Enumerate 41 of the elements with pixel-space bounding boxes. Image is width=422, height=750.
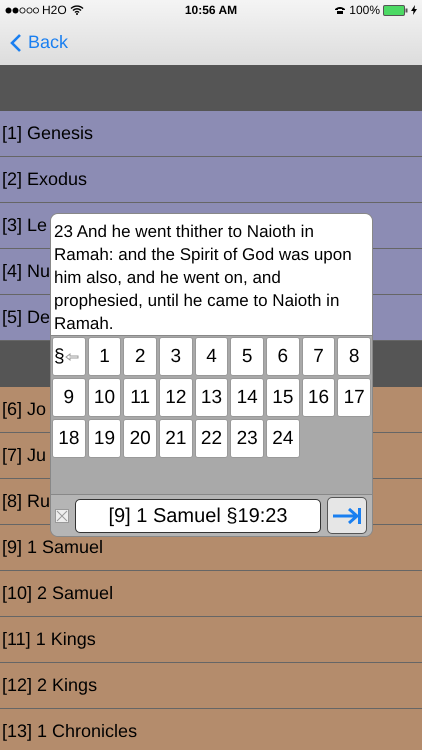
number-key[interactable]: 7 bbox=[302, 337, 336, 376]
phone-icon bbox=[334, 6, 346, 14]
charging-icon bbox=[411, 5, 417, 15]
number-key[interactable]: 19 bbox=[88, 419, 122, 458]
number-key[interactable]: 11 bbox=[123, 378, 157, 418]
number-key[interactable]: 3 bbox=[159, 337, 193, 376]
number-key[interactable]: 2 bbox=[123, 337, 157, 376]
number-key[interactable]: 18 bbox=[52, 419, 86, 458]
arrow-to-bar-icon bbox=[332, 506, 362, 525]
number-key[interactable]: 10 bbox=[88, 378, 122, 418]
number-key[interactable]: 20 bbox=[123, 419, 157, 458]
arrow-left-icon bbox=[64, 352, 79, 361]
reference-field[interactable]: [9] 1 Samuel §19:23 bbox=[75, 498, 321, 533]
number-key[interactable]: 23 bbox=[230, 419, 264, 458]
number-key[interactable]: 16 bbox=[302, 378, 336, 418]
number-key[interactable]: 4 bbox=[194, 337, 228, 376]
clock-time: 10:56 AM bbox=[184, 2, 238, 19]
wifi-icon bbox=[70, 5, 84, 15]
number-key[interactable]: 13 bbox=[194, 378, 228, 418]
number-key[interactable]: 14 bbox=[230, 378, 264, 418]
number-key[interactable]: 9 bbox=[52, 378, 86, 418]
book-row[interactable]: [1] Genesis bbox=[0, 111, 422, 157]
number-key[interactable]: 5 bbox=[230, 337, 264, 376]
battery-percent: 100% bbox=[349, 2, 380, 19]
chevron-left-icon bbox=[10, 32, 22, 52]
signal-icon bbox=[5, 6, 39, 14]
number-key[interactable]: 15 bbox=[266, 378, 300, 418]
book-row[interactable]: [2] Exodus bbox=[0, 157, 422, 203]
number-key[interactable]: 21 bbox=[159, 419, 193, 458]
number-key[interactable]: 17 bbox=[337, 378, 371, 418]
carrier-name: H2O bbox=[42, 2, 67, 19]
go-button[interactable] bbox=[327, 497, 367, 534]
number-key[interactable]: 24 bbox=[266, 419, 300, 458]
battery-icon bbox=[383, 4, 408, 16]
number-key[interactable]: 1 bbox=[88, 337, 122, 376]
number-key[interactable]: 8 bbox=[337, 337, 371, 376]
verse-text: 23 And he went thither to Naioth in Ramah: and the Spirit of God was upon him also, and he went on, and prophesied, until he came to Naioth in Ramah. bbox=[54, 221, 353, 335]
number-key[interactable]: 22 bbox=[194, 419, 228, 458]
number-key[interactable]: 6 bbox=[266, 337, 300, 376]
section-back-key[interactable]: § bbox=[52, 337, 86, 376]
number-key[interactable]: 12 bbox=[159, 378, 193, 418]
